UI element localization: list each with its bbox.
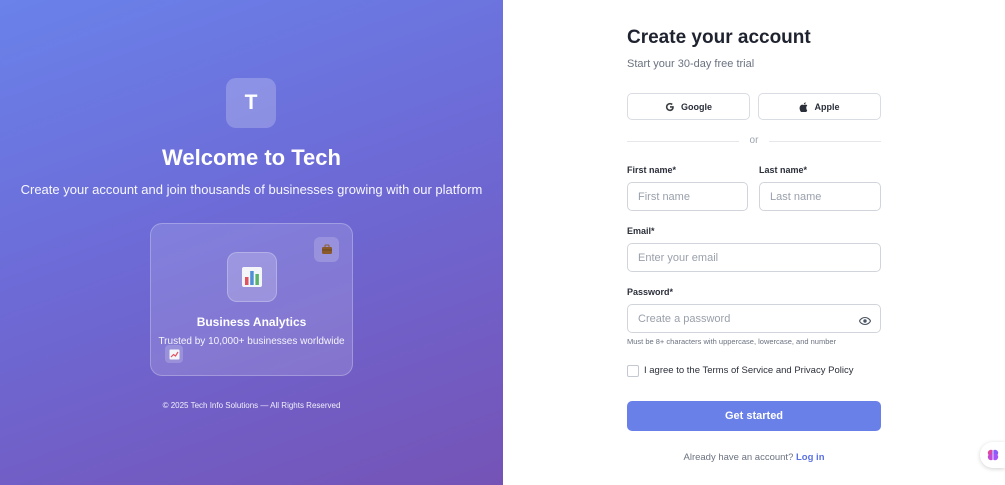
password-field[interactable] [627, 304, 881, 333]
password-hint: Must be 8+ characters with uppercase, lo… [627, 337, 837, 346]
hero-subtitle: Create your account and join thousands o… [20, 182, 483, 197]
form-subtitle: Start your 30-day free trial [627, 58, 755, 70]
briefcase-icon [314, 237, 339, 262]
login-prompt: Already have an account? [683, 452, 794, 463]
google-icon [665, 102, 674, 111]
apple-icon [800, 101, 808, 112]
first-name-field[interactable] [627, 182, 748, 211]
brain-icon [987, 449, 998, 461]
login-link[interactable]: Log in [796, 452, 825, 463]
logo: T [226, 78, 276, 128]
hero-footer: © 2025 Tech Info Solutions — All Rights … [162, 401, 341, 410]
trend-chart-icon [165, 345, 183, 363]
last-name-label: Last name* [759, 165, 808, 175]
terms-label: I agree to the Terms of Service and Priv… [644, 365, 854, 376]
hero-title: Welcome to Tech [162, 145, 341, 170]
password-label: Password* [627, 287, 674, 297]
card-title: Business Analytics [196, 315, 307, 329]
assistant-button[interactable] [980, 442, 1005, 468]
last-name-field[interactable] [759, 182, 881, 211]
terms-checkbox[interactable] [627, 365, 639, 377]
divider-line-right [769, 141, 881, 142]
signup-form: Create your account Start your 30-day fr… [627, 0, 881, 485]
email-label: Email* [627, 226, 655, 236]
hero-panel: T Welcome to Tech Create your account an… [0, 0, 503, 485]
login-prompt-line: Already have an account? Log in [627, 452, 881, 463]
email-field[interactable] [627, 243, 881, 272]
show-password-eye-icon[interactable] [859, 316, 871, 326]
google-label: Google [681, 101, 712, 112]
apple-signup-button[interactable]: Apple [758, 93, 881, 120]
form-title: Create your account [627, 27, 811, 48]
google-signup-button[interactable]: Google [627, 93, 750, 120]
logo-letter: T [244, 91, 258, 114]
get-started-button[interactable]: Get started [627, 401, 881, 431]
bar-chart-icon [227, 252, 277, 302]
apple-label: Apple [814, 101, 840, 112]
first-name-label: First name* [627, 165, 677, 175]
feature-card: Business Analytics Trusted by 10,000+ bu… [150, 223, 353, 376]
